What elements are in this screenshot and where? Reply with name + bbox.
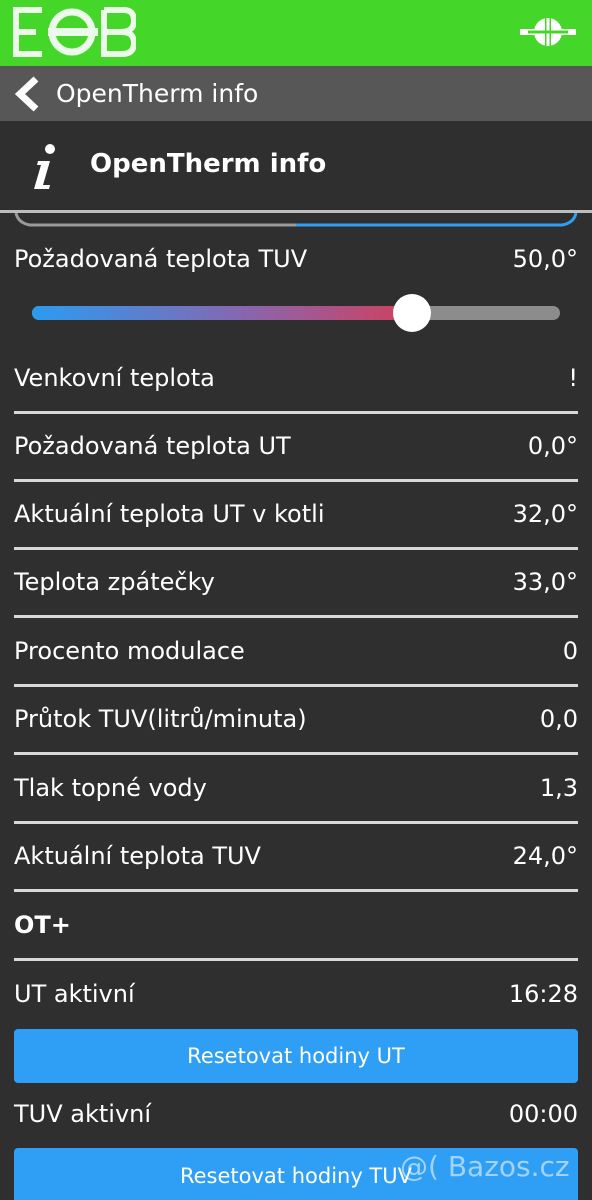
row-value: 0 bbox=[562, 637, 578, 665]
slider-thumb[interactable] bbox=[393, 294, 431, 332]
brand-logo bbox=[13, 7, 136, 57]
row-label: Venkovní teplota bbox=[14, 364, 215, 392]
list-item: Tlak topné vody 1,3 bbox=[14, 758, 578, 824]
row-divider bbox=[14, 889, 578, 892]
navigation-bar: OpenTherm info bbox=[0, 66, 592, 121]
dhw-setpoint-slider[interactable] bbox=[32, 294, 560, 332]
info-icon bbox=[34, 144, 55, 189]
row-value: 33,0° bbox=[512, 568, 578, 596]
crosshair-icon[interactable] bbox=[518, 8, 578, 56]
row-label: Aktuální teplota UT v kotli bbox=[14, 500, 325, 528]
row-divider bbox=[14, 684, 578, 687]
nav-title: OpenTherm info bbox=[56, 79, 259, 108]
slider-fill bbox=[32, 306, 412, 320]
ut-active-label: UT aktivní bbox=[14, 980, 135, 1008]
app-header-bar bbox=[0, 0, 592, 66]
row-divider bbox=[14, 479, 578, 482]
row-value: 24,0° bbox=[512, 842, 578, 870]
page-header: OpenTherm info bbox=[0, 121, 592, 213]
row-divider bbox=[14, 821, 578, 824]
ut-active-row: UT aktivní 16:28 bbox=[14, 964, 578, 1026]
row-divider bbox=[14, 411, 578, 414]
row-value: 0,0 bbox=[539, 705, 578, 733]
tuv-active-label: TUV aktivní bbox=[14, 1100, 152, 1128]
list-item: Venkovní teplota ! bbox=[14, 348, 578, 414]
page-title: OpenTherm info bbox=[90, 149, 327, 179]
row-divider bbox=[14, 547, 578, 550]
scrolled-card-edge bbox=[14, 213, 578, 227]
list-item: Aktuální teplota UT v kotli 32,0° bbox=[14, 484, 578, 550]
row-value: ! bbox=[568, 364, 578, 392]
dhw-setpoint-value: 50,0° bbox=[512, 245, 578, 273]
row-label: Procento modulace bbox=[14, 637, 245, 665]
back-chevron-icon[interactable] bbox=[10, 76, 44, 112]
row-label: Průtok TUV(litrů/minuta) bbox=[14, 705, 307, 733]
list-item: Aktuální teplota TUV 24,0° bbox=[14, 826, 578, 892]
list-item: Teplota zpátečky 33,0° bbox=[14, 552, 578, 618]
dhw-setpoint-row: Požadovaná teplota TUV 50,0° bbox=[14, 229, 578, 285]
row-label: Aktuální teplota TUV bbox=[14, 842, 261, 870]
ut-active-value: 16:28 bbox=[508, 980, 578, 1008]
watermark: @( Bazos.cz bbox=[400, 1150, 570, 1183]
row-value: 0,0° bbox=[527, 432, 578, 460]
reset-ut-hours-button[interactable]: Resetovat hodiny UT bbox=[14, 1029, 578, 1083]
row-divider bbox=[14, 958, 578, 961]
list-item: Průtok TUV(litrů/minuta) 0,0 bbox=[14, 689, 578, 755]
row-divider bbox=[14, 615, 578, 618]
section-title: OT+ bbox=[14, 911, 71, 939]
row-divider bbox=[14, 752, 578, 755]
row-label: Požadovaná teplota UT bbox=[14, 432, 291, 460]
dhw-setpoint-label: Požadovaná teplota TUV bbox=[14, 245, 308, 273]
tuv-active-value: 00:00 bbox=[508, 1100, 578, 1128]
row-label: Tlak topné vody bbox=[14, 774, 207, 802]
row-value: 1,3 bbox=[539, 774, 578, 802]
list-item: Procento modulace 0 bbox=[14, 621, 578, 687]
tuv-active-row: TUV aktivní 00:00 bbox=[14, 1084, 578, 1146]
ot-plus-section: OT+ bbox=[14, 895, 578, 961]
row-label: Teplota zpátečky bbox=[14, 568, 215, 596]
list-item: Požadovaná teplota UT 0,0° bbox=[14, 416, 578, 482]
row-value: 32,0° bbox=[512, 500, 578, 528]
